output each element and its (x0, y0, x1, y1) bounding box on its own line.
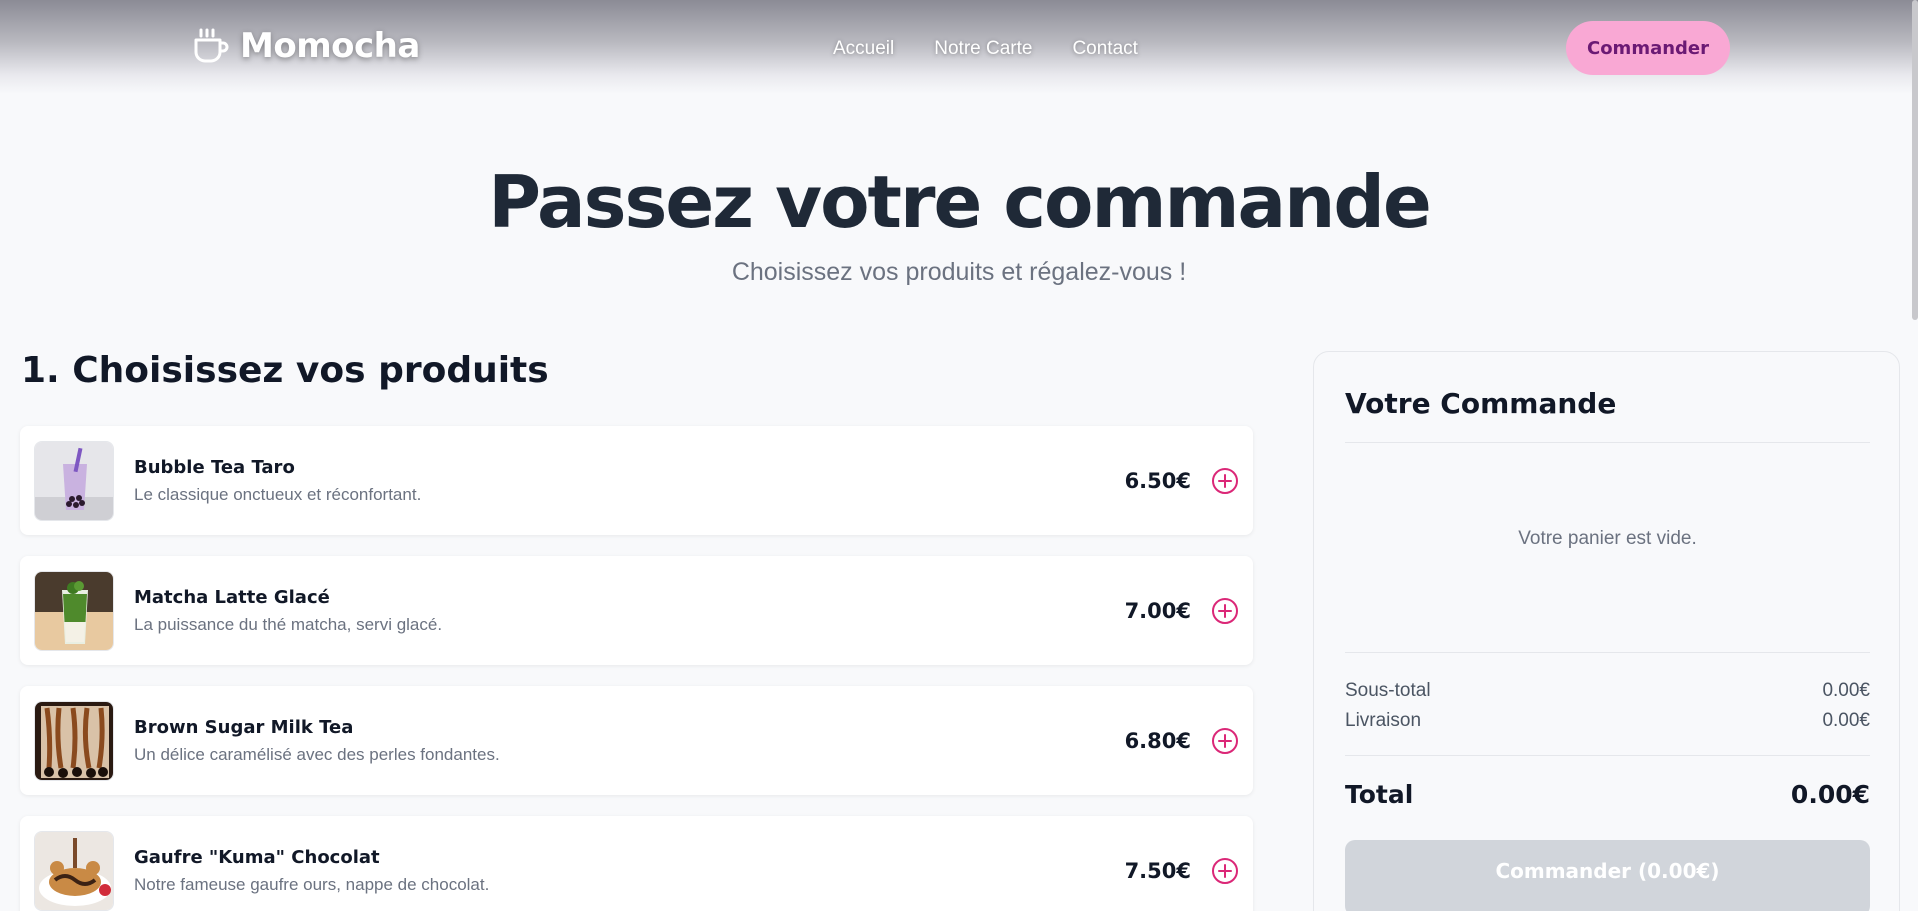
product-card: Matcha Latte Glacé La puissance du thé m… (20, 556, 1253, 665)
delivery-label: Livraison (1345, 710, 1422, 731)
divider (1345, 442, 1870, 443)
nav-link-accueil[interactable]: Accueil (833, 38, 894, 60)
product-list: Bubble Tea Taro Le classique onctueux et… (20, 426, 1253, 911)
product-name: Brown Sugar Milk Tea (134, 716, 354, 738)
header-order-button[interactable]: Commander (1566, 21, 1730, 75)
total-row: Total 0.00€ (1345, 780, 1870, 809)
coffee-cup-icon (190, 26, 230, 66)
product-name: Bubble Tea Taro (134, 456, 295, 478)
products-section-title: 1. Choisissez vos produits (21, 350, 549, 391)
site-header: Momocha Accueil Notre Carte Contact Comm… (0, 0, 1918, 94)
add-to-cart-button[interactable] (1211, 597, 1239, 625)
page-title: Passez votre commande (488, 160, 1432, 244)
add-to-cart-button[interactable] (1211, 857, 1239, 885)
plus-circle-icon (1212, 857, 1238, 884)
plus-circle-icon (1212, 597, 1238, 624)
subtotal-label: Sous-total (1345, 680, 1431, 701)
empty-cart-message: Votre panier est vide. (1518, 528, 1697, 549)
product-card: Gaufre "Kuma" Chocolat Notre fameuse gau… (20, 816, 1253, 911)
product-description: Le classique onctueux et réconfortant. (134, 484, 422, 504)
main-nav: Accueil Notre Carte Contact (833, 38, 1138, 60)
submit-order-button[interactable]: Commander (0.00€) (1345, 840, 1870, 911)
divider (1345, 652, 1870, 653)
product-price: 7.00€ (1124, 598, 1191, 623)
brand-name: Momocha (240, 26, 420, 66)
product-price: 6.50€ (1124, 468, 1191, 493)
nav-link-contact[interactable]: Contact (1072, 38, 1137, 60)
divider (1345, 755, 1870, 756)
nav-link-notre-carte[interactable]: Notre Carte (934, 38, 1032, 60)
product-card: Brown Sugar Milk Tea Un délice caramélis… (20, 686, 1253, 795)
add-to-cart-button[interactable] (1211, 727, 1239, 755)
product-image-gaufre (34, 830, 114, 911)
total-label: Total (1345, 780, 1414, 809)
delivery-value: 0.00€ (1822, 710, 1870, 731)
plus-circle-icon (1212, 467, 1238, 494)
order-title: Votre Commande (1345, 387, 1617, 420)
order-summary-panel: Votre Commande Votre panier est vide. So… (1313, 351, 1900, 911)
product-description: La puissance du thé matcha, servi glacé. (134, 614, 443, 634)
subtotal-value: 0.00€ (1822, 680, 1870, 701)
product-name: Gaufre "Kuma" Chocolat (134, 846, 380, 868)
product-image-brown-sugar (34, 700, 114, 781)
total-value: 0.00€ (1790, 780, 1870, 809)
page-subtitle: Choisissez vos produits et régalez-vous … (731, 258, 1187, 286)
product-description: Un délice caramélisé avec des perles fon… (134, 744, 500, 764)
product-description: Notre fameuse gaufre ours, nappe de choc… (134, 874, 490, 894)
add-to-cart-button[interactable] (1211, 467, 1239, 495)
brand-logo[interactable]: Momocha (190, 26, 420, 66)
delivery-row: Livraison 0.00€ (1345, 710, 1870, 732)
product-card: Bubble Tea Taro Le classique onctueux et… (20, 426, 1253, 535)
product-name: Matcha Latte Glacé (134, 586, 330, 608)
plus-circle-icon (1212, 727, 1238, 754)
subtotal-row: Sous-total 0.00€ (1345, 680, 1870, 702)
product-price: 7.50€ (1124, 858, 1191, 883)
product-price: 6.80€ (1124, 728, 1191, 753)
product-image-taro (34, 440, 114, 521)
product-image-matcha (34, 570, 114, 651)
